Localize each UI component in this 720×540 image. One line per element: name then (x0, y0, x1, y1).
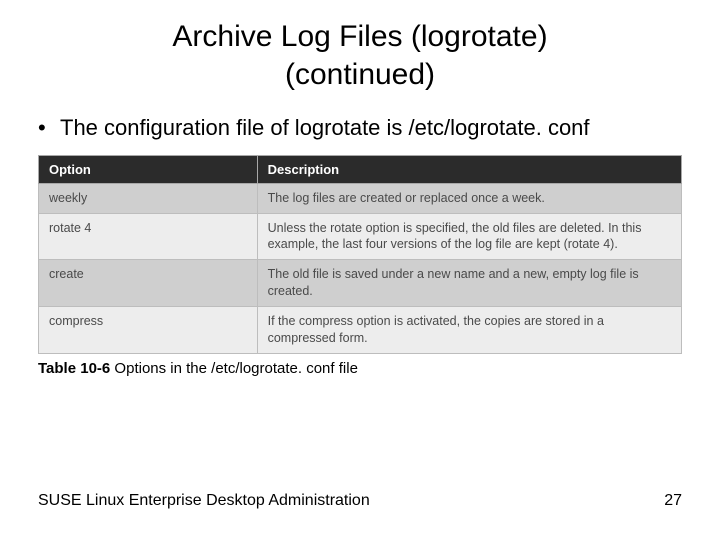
caption-bold: Table 10-6 (38, 360, 110, 377)
slide-footer: SUSE Linux Enterprise Desktop Administra… (0, 492, 720, 510)
table-row: weekly The log files are created or repl… (39, 183, 682, 213)
table-row: create The old file is saved under a new… (39, 260, 682, 307)
footer-left: SUSE Linux Enterprise Desktop Administra… (38, 492, 370, 510)
cell-option: rotate 4 (39, 213, 258, 260)
header-option: Option (39, 155, 258, 183)
cell-description: Unless the rotate option is specified, t… (257, 213, 681, 260)
cell-description: The old file is saved under a new name a… (257, 260, 681, 307)
cell-option: weekly (39, 183, 258, 213)
bullet-item: • The configuration file of logrotate is… (38, 113, 682, 143)
footer-page-number: 27 (664, 492, 682, 510)
title-line-1: Archive Log Files (logrotate) (172, 20, 547, 53)
bullet-text: The configuration file of logrotate is /… (60, 113, 590, 143)
table-row: rotate 4 Unless the rotate option is spe… (39, 213, 682, 260)
cell-option: compress (39, 307, 258, 354)
table-header-row: Option Description (39, 155, 682, 183)
title-line-2: (continued) (285, 58, 435, 91)
bullet-list: • The configuration file of logrotate is… (0, 93, 720, 143)
slide: Archive Log Files (logrotate) (continued… (0, 0, 720, 540)
cell-option: create (39, 260, 258, 307)
bullet-dot-icon: • (38, 113, 60, 143)
caption-rest: Options in the /etc/logrotate. conf file (110, 360, 358, 377)
cell-description: The log files are created or replaced on… (257, 183, 681, 213)
table-caption: Table 10-6 Options in the /etc/logrotate… (0, 354, 720, 377)
header-description: Description (257, 155, 681, 183)
slide-title: Archive Log Files (logrotate) (continued… (0, 0, 720, 93)
cell-description: If the compress option is activated, the… (257, 307, 681, 354)
options-table-wrap: Option Description weekly The log files … (0, 143, 720, 354)
table-row: compress If the compress option is activ… (39, 307, 682, 354)
options-table: Option Description weekly The log files … (38, 155, 682, 354)
